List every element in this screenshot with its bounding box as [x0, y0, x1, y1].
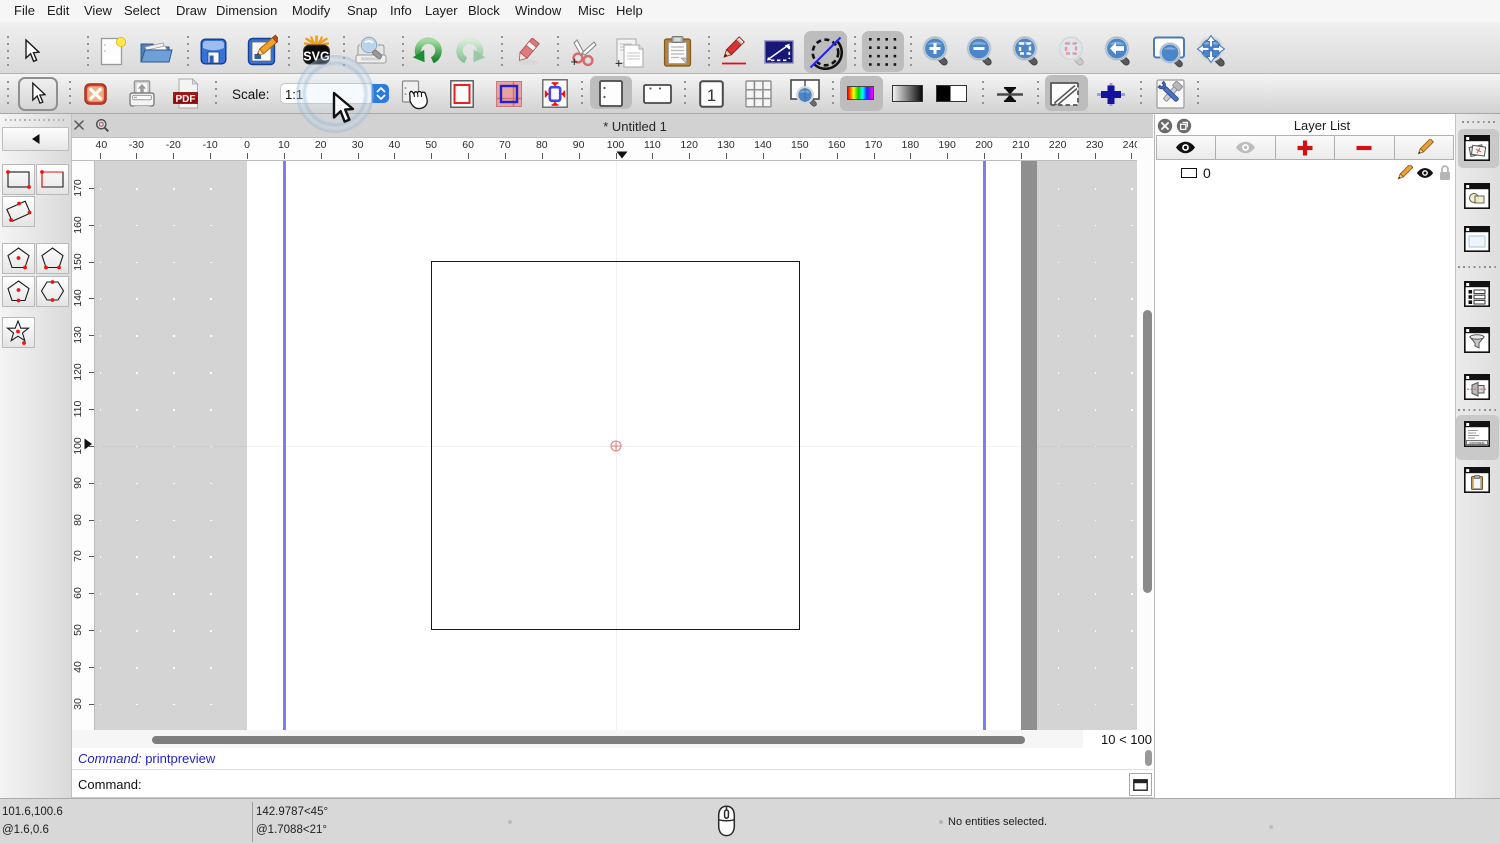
svg-text:command: command: [1470, 441, 1485, 445]
svg-text:1: 1: [707, 86, 716, 105]
svg-text:+: +: [615, 56, 623, 70]
svg-text:+: +: [571, 54, 579, 68]
svg-text:PDF: PDF: [176, 94, 196, 105]
